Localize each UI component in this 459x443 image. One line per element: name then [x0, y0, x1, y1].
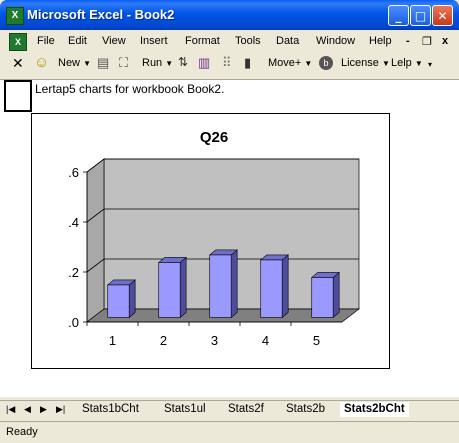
bar — [259, 254, 289, 319]
bar-front — [311, 277, 334, 318]
menu-bar: X File Edit View Insert Format Tools Dat… — [0, 30, 459, 52]
bar-side — [281, 254, 289, 319]
bar-front — [107, 284, 130, 318]
scatter-chart-icon[interactable]: ⠿ — [222, 55, 232, 71]
status-text: Ready — [6, 426, 38, 438]
bar-side — [128, 279, 136, 319]
window-title: Microsoft Excel - Book2 — [27, 7, 175, 22]
bar — [157, 256, 187, 319]
bar — [310, 271, 340, 319]
bar-front — [158, 262, 181, 318]
y-tick-label: .4 — [68, 215, 79, 230]
menu-data[interactable]: Data — [276, 35, 299, 47]
bar-front — [209, 254, 232, 318]
selected-cell[interactable] — [4, 80, 32, 112]
lertap-b-icon[interactable]: b — [319, 56, 333, 70]
dropdown-arrow-icon: ▼ — [304, 59, 313, 68]
new-label: New — [58, 57, 81, 69]
x-tick-label: 4 — [262, 333, 269, 348]
histogram-icon[interactable]: ▮ — [244, 55, 251, 71]
first-sheet-icon[interactable]: |◀ — [6, 404, 15, 415]
sheet-tab-stats2b[interactable]: Stats2b — [282, 402, 329, 417]
y-tick-label: .6 — [68, 165, 79, 180]
prev-sheet-icon[interactable]: ◀ — [24, 404, 31, 415]
y-tick-label: .0 — [68, 315, 79, 330]
doc-close-button[interactable]: x — [442, 35, 448, 47]
excel-app-icon[interactable]: X — [6, 7, 24, 25]
x-tick-label: 5 — [313, 333, 320, 348]
menu-file[interactable]: File — [37, 35, 55, 47]
x-tick-label: 2 — [160, 333, 167, 348]
menu-format[interactable]: Format — [185, 35, 220, 47]
excel-doc-icon[interactable]: X — [9, 33, 27, 51]
doc-minimize-button[interactable]: - — [406, 35, 410, 47]
menu-view[interactable]: View — [102, 35, 126, 47]
run-menu-button[interactable]: Run ▼ — [142, 57, 173, 69]
sort-az-icon[interactable]: ⇅ — [178, 55, 188, 69]
bar-chart-icon[interactable]: ▥ — [198, 55, 210, 71]
run-label: Run — [142, 57, 163, 69]
next-sheet-icon[interactable]: ▶ — [40, 404, 47, 415]
maximize-button[interactable]: □ — [410, 5, 431, 26]
sheet-tab-stats2f[interactable]: Stats2f — [224, 402, 268, 417]
scissors-icon[interactable]: ✕ — [12, 55, 24, 72]
close-button[interactable]: ✕ — [432, 5, 453, 26]
menu-help[interactable]: Help — [369, 35, 392, 47]
chart-side-wall — [86, 158, 105, 323]
chart-svg: Q26 .0 .2 .4 .6 1 2 3 4 5 — [68, 129, 361, 348]
dropdown-arrow-icon: ▼ — [381, 59, 390, 68]
help-label: Lelp — [391, 57, 412, 69]
x-tick-label: 3 — [211, 333, 218, 348]
sheet-tab-stats1ul[interactable]: Stats1ul — [160, 402, 210, 417]
network-icon[interactable]: ⛶ — [119, 55, 128, 71]
sheet-tab-stats2bcht[interactable]: Stats2bCht — [340, 402, 409, 417]
bar-side — [332, 271, 340, 319]
doc-restore-button[interactable]: ❐ — [422, 35, 432, 48]
menu-insert[interactable]: Insert — [140, 35, 168, 47]
chart-object[interactable]: Q26 .0 .2 .4 .6 1 2 3 4 5 — [31, 113, 390, 369]
title-bar[interactable]: X Microsoft Excel - Book2 _ □ ✕ — [0, 0, 459, 30]
bar-side — [179, 256, 187, 319]
sheet-tabs-bar: |◀ ◀ ▶ ▶| Stats1bCht Stats1ul Stats2f St… — [0, 400, 459, 419]
move-label: Move+ — [268, 57, 302, 69]
dropdown-arrow-icon: ▼ — [414, 59, 423, 68]
bar — [106, 279, 136, 319]
sheet-note: Lertap5 charts for workbook Book2. — [35, 82, 225, 96]
help-menu-button[interactable]: Lelp ▼ — [391, 57, 423, 69]
menu-tools[interactable]: Tools — [235, 35, 261, 47]
move-menu-button[interactable]: Move+ ▼ — [268, 57, 312, 69]
dropdown-arrow-icon: ▼ — [165, 59, 174, 68]
menu-window[interactable]: Window — [316, 35, 355, 47]
y-tick-label: .2 — [68, 265, 79, 280]
license-label: License — [341, 57, 379, 69]
last-sheet-icon[interactable]: ▶| — [56, 404, 65, 415]
chart-title: Q26 — [200, 129, 228, 146]
bar-side — [230, 249, 238, 319]
lertap-toolbar: ✕ ☺ New ▼ ▤ ⛶ Run ▼ ⇅ ▥ ⠿ ▮ Move+ ▼ b Li… — [0, 52, 459, 80]
bar-front — [260, 259, 283, 318]
toolbar-options-icon[interactable]: ▾ — [428, 60, 432, 69]
dropdown-arrow-icon: ▼ — [83, 59, 91, 68]
new-menu-button[interactable]: New ▼ — [58, 57, 91, 69]
status-bar: Ready — [0, 421, 459, 443]
bar — [208, 249, 238, 319]
minimize-button[interactable]: _ — [388, 5, 409, 26]
x-tick-label: 1 — [109, 333, 116, 348]
sheet-tab-stats1bcht[interactable]: Stats1bCht — [78, 402, 143, 417]
menu-edit[interactable]: Edit — [68, 35, 87, 47]
smiley-icon[interactable]: ☺ — [34, 54, 49, 71]
license-menu-button[interactable]: License ▼ — [341, 57, 390, 69]
keyboard-icon[interactable]: ▤ — [97, 55, 109, 71]
